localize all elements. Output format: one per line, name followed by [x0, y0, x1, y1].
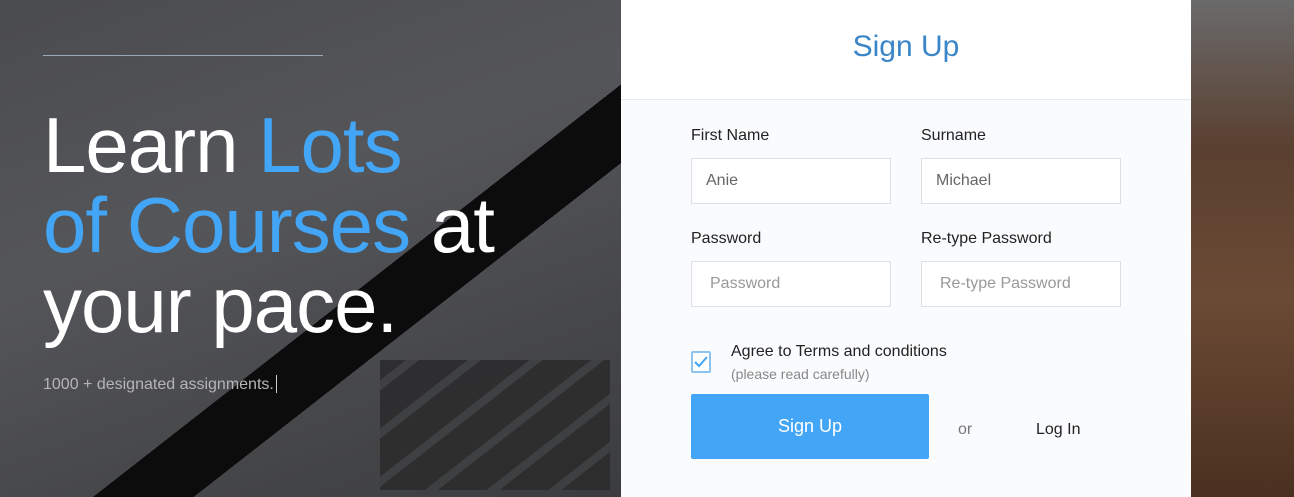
checkmark-icon: [694, 356, 708, 368]
hero-tagline: 1000 + designated assignments.: [43, 375, 277, 394]
first-name-input[interactable]: [691, 158, 891, 204]
terms-note: (please read carefully): [731, 366, 870, 382]
retype-password-input[interactable]: [921, 261, 1121, 307]
tagline-text: 1000 + designated assignments.: [43, 376, 274, 393]
panel-header: Sign Up: [621, 0, 1191, 100]
log-in-link[interactable]: Log In: [1036, 421, 1080, 439]
headline-text: at: [410, 181, 495, 269]
divider: [43, 55, 323, 56]
signup-panel: Sign Up First Name Surname Password Re-t…: [621, 0, 1191, 497]
headline-text: Learn: [43, 101, 259, 189]
sign-up-button[interactable]: Sign Up: [691, 394, 929, 459]
headline-text: your pace.: [43, 261, 398, 349]
background-photo-edge: [1191, 0, 1294, 497]
headline-highlight: of Courses: [43, 181, 411, 269]
surname-group: Surname: [921, 127, 1121, 204]
retype-password-group: Re-type Password: [921, 230, 1121, 307]
password-group: Password: [691, 230, 891, 307]
or-separator: or: [958, 421, 973, 438]
terms-label[interactable]: Agree to Terms and conditions: [731, 343, 947, 361]
first-name-group: First Name: [691, 127, 891, 204]
headline-highlight: Lots: [258, 101, 402, 189]
password-input[interactable]: [691, 261, 891, 307]
page-title: Sign Up: [852, 30, 960, 63]
first-name-label: First Name: [691, 127, 770, 144]
text-cursor: [275, 375, 277, 393]
hero-background: Learn Lots of Courses at your pace. 1000…: [0, 0, 621, 497]
hero-headline: Learn Lots of Courses at your pace.: [43, 105, 495, 345]
password-label: Password: [691, 230, 762, 247]
retype-password-label: Re-type Password: [921, 230, 1052, 247]
surname-label: Surname: [921, 127, 986, 144]
keyboard-decoration: [380, 360, 610, 490]
terms-checkbox[interactable]: [691, 351, 711, 373]
surname-input[interactable]: [921, 158, 1121, 204]
